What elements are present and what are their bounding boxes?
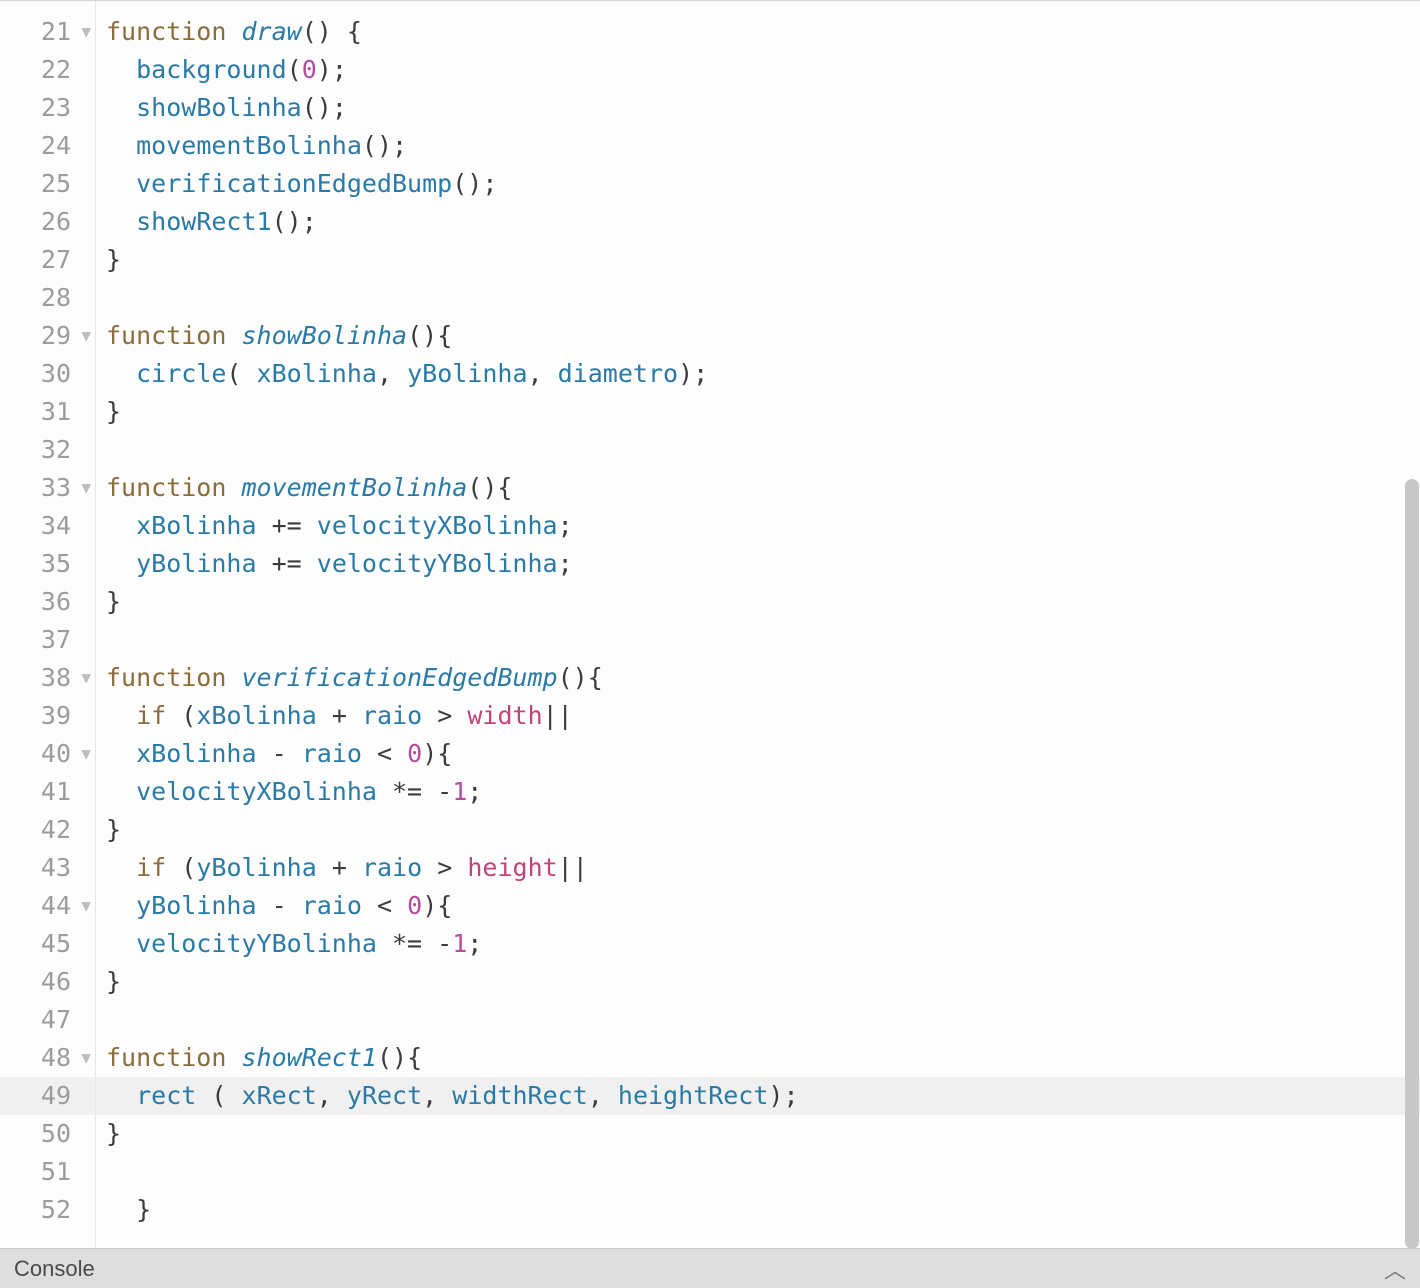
console-panel-header[interactable]: Console ︿ bbox=[0, 1248, 1420, 1288]
code-line[interactable] bbox=[96, 1, 1420, 13]
line-number[interactable]: 25 bbox=[0, 165, 95, 203]
code-line[interactable]: if (xBolinha + raio > width|| bbox=[96, 697, 1420, 735]
line-number[interactable]: 41 bbox=[0, 773, 95, 811]
code-area[interactable]: function draw() { background(0); showBol… bbox=[96, 1, 1420, 1248]
code-line[interactable] bbox=[96, 621, 1420, 659]
fold-triangle-icon[interactable]: ▼ bbox=[81, 659, 91, 697]
line-number[interactable]: 28 bbox=[0, 279, 95, 317]
fold-triangle-icon[interactable]: ▼ bbox=[81, 13, 91, 51]
line-number[interactable]: 45 bbox=[0, 925, 95, 963]
line-number[interactable]: 46 bbox=[0, 963, 95, 1001]
code-line[interactable]: xBolinha - raio < 0){ bbox=[96, 735, 1420, 773]
code-line[interactable]: showBolinha(); bbox=[96, 89, 1420, 127]
fold-triangle-icon[interactable]: ▼ bbox=[81, 317, 91, 355]
line-number[interactable]: 37 bbox=[0, 621, 95, 659]
code-line[interactable]: velocityYBolinha *= -1; bbox=[96, 925, 1420, 963]
fold-triangle-icon[interactable]: ▼ bbox=[81, 735, 91, 773]
code-line[interactable]: circle( xBolinha, yBolinha, diametro); bbox=[96, 355, 1420, 393]
line-number[interactable]: 24 bbox=[0, 127, 95, 165]
code-line[interactable]: movementBolinha(); bbox=[96, 127, 1420, 165]
line-number[interactable]: 40▼ bbox=[0, 735, 95, 773]
code-line[interactable]: showRect1(); bbox=[96, 203, 1420, 241]
code-line[interactable]: } bbox=[96, 583, 1420, 621]
line-number-gutter[interactable]: 2021▼2223242526272829▼30313233▼343536373… bbox=[0, 1, 96, 1248]
line-number[interactable]: 49 bbox=[0, 1077, 95, 1115]
line-number[interactable]: 32 bbox=[0, 431, 95, 469]
line-number[interactable]: 34 bbox=[0, 507, 95, 545]
code-line[interactable]: rect ( xRect, yRect, widthRect, heightRe… bbox=[96, 1077, 1420, 1115]
line-number[interactable]: 36 bbox=[0, 583, 95, 621]
fold-triangle-icon[interactable]: ▼ bbox=[81, 469, 91, 507]
line-number[interactable]: 23 bbox=[0, 89, 95, 127]
code-line[interactable]: function verificationEdgedBump(){ bbox=[96, 659, 1420, 697]
fold-triangle-icon[interactable]: ▼ bbox=[81, 887, 91, 925]
line-number[interactable]: 33▼ bbox=[0, 469, 95, 507]
code-line[interactable]: function movementBolinha(){ bbox=[96, 469, 1420, 507]
scrollbar-thumb[interactable] bbox=[1405, 479, 1419, 1248]
line-number[interactable]: 20 bbox=[0, 1, 95, 13]
line-number[interactable]: 35 bbox=[0, 545, 95, 583]
code-editor: 2021▼2223242526272829▼30313233▼343536373… bbox=[0, 0, 1420, 1288]
code-line[interactable]: xBolinha += velocityXBolinha; bbox=[96, 507, 1420, 545]
code-line[interactable]: } bbox=[96, 963, 1420, 1001]
code-line[interactable] bbox=[96, 279, 1420, 317]
code-line[interactable]: function draw() { bbox=[96, 13, 1420, 51]
line-number[interactable]: 50 bbox=[0, 1115, 95, 1153]
line-number[interactable]: 43 bbox=[0, 849, 95, 887]
code-line[interactable]: function showBolinha(){ bbox=[96, 317, 1420, 355]
line-number[interactable]: 22 bbox=[0, 51, 95, 89]
line-number[interactable]: 52 bbox=[0, 1191, 95, 1229]
line-number[interactable]: 48▼ bbox=[0, 1039, 95, 1077]
code-line[interactable]: yBolinha - raio < 0){ bbox=[96, 887, 1420, 925]
line-number[interactable]: 42 bbox=[0, 811, 95, 849]
code-line[interactable]: verificationEdgedBump(); bbox=[96, 165, 1420, 203]
code-line[interactable]: } bbox=[96, 811, 1420, 849]
line-number[interactable]: 29▼ bbox=[0, 317, 95, 355]
editor-pane[interactable]: 2021▼2223242526272829▼30313233▼343536373… bbox=[0, 1, 1420, 1248]
code-line[interactable]: background(0); bbox=[96, 51, 1420, 89]
code-line[interactable]: function showRect1(){ bbox=[96, 1039, 1420, 1077]
code-line[interactable]: if (yBolinha + raio > height|| bbox=[96, 849, 1420, 887]
line-number[interactable]: 38▼ bbox=[0, 659, 95, 697]
code-line[interactable]: } bbox=[96, 393, 1420, 431]
line-number[interactable]: 39 bbox=[0, 697, 95, 735]
line-number[interactable]: 44▼ bbox=[0, 887, 95, 925]
line-number[interactable]: 21▼ bbox=[0, 13, 95, 51]
code-line[interactable]: } bbox=[96, 1191, 1420, 1229]
code-line[interactable] bbox=[96, 431, 1420, 469]
line-number[interactable]: 30 bbox=[0, 355, 95, 393]
line-number[interactable]: 26 bbox=[0, 203, 95, 241]
chevron-up-icon[interactable]: ︿ bbox=[1384, 1253, 1406, 1285]
fold-triangle-icon[interactable]: ▼ bbox=[81, 1039, 91, 1077]
line-number[interactable]: 51 bbox=[0, 1153, 95, 1191]
code-line[interactable]: } bbox=[96, 241, 1420, 279]
console-label: Console bbox=[14, 1256, 95, 1282]
line-number[interactable]: 27 bbox=[0, 241, 95, 279]
code-line[interactable] bbox=[96, 1001, 1420, 1039]
line-number[interactable]: 47 bbox=[0, 1001, 95, 1039]
code-line[interactable]: yBolinha += velocityYBolinha; bbox=[96, 545, 1420, 583]
code-line[interactable] bbox=[96, 1153, 1420, 1191]
code-line[interactable]: } bbox=[96, 1115, 1420, 1153]
code-line[interactable]: velocityXBolinha *= -1; bbox=[96, 773, 1420, 811]
line-number[interactable]: 31 bbox=[0, 393, 95, 431]
vertical-scrollbar[interactable] bbox=[1404, 1, 1420, 1248]
